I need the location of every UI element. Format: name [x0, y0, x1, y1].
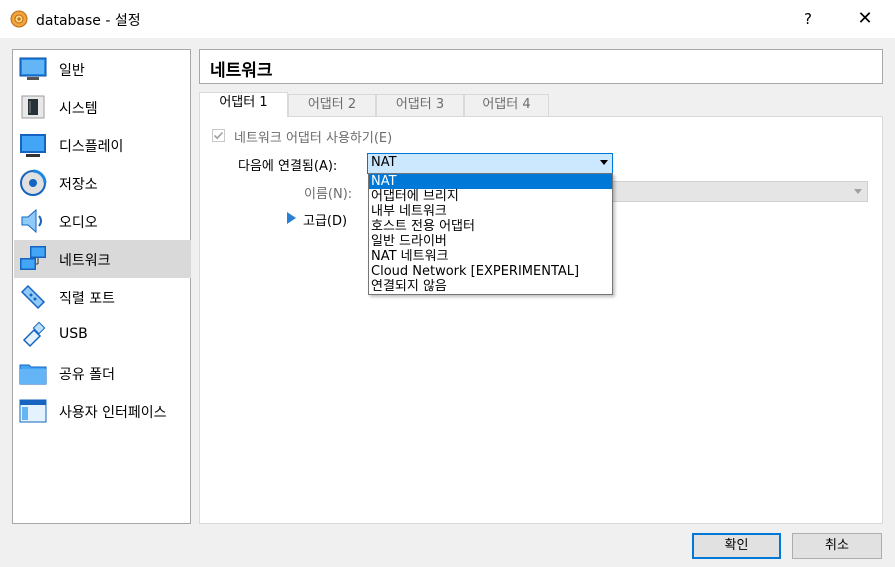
- chevron-down-icon: [854, 189, 862, 194]
- checkmark-icon: [213, 131, 224, 140]
- sidebar-item-label: 일반: [59, 63, 85, 79]
- expand-triangle-icon[interactable]: [287, 212, 296, 224]
- sidebar-item-label: 오디오: [59, 215, 98, 231]
- attached-to-value: NAT: [371, 155, 397, 170]
- name-label: 이름(N):: [304, 187, 353, 202]
- dropdown-option-nat[interactable]: NAT: [369, 174, 612, 189]
- tab-adapter-4[interactable]: 어댑터 4: [464, 94, 549, 116]
- sidebar-item-label: 저장소: [59, 177, 98, 193]
- sidebar-item-label: 사용자 인터페이스: [59, 405, 167, 421]
- sidebar-item-system[interactable]: 시스템: [14, 88, 191, 126]
- sidebar-item-storage[interactable]: 저장소: [14, 164, 191, 202]
- sidebar-item-label: 디스플레이: [59, 139, 124, 155]
- name-select: [612, 181, 868, 202]
- sidebar-item-label: 공유 폴더: [59, 367, 115, 383]
- dropdown-option-cloud-network[interactable]: Cloud Network [EXPERIMENTAL]: [369, 264, 612, 279]
- attached-to-select[interactable]: NAT: [367, 153, 613, 174]
- speaker-icon: [21, 208, 42, 234]
- tab-adapter-1[interactable]: 어댑터 1: [199, 92, 288, 117]
- sidebar-item-general[interactable]: 일반: [14, 50, 191, 88]
- sidebar-item-user-interface[interactable]: 사용자 인터페이스: [14, 392, 191, 430]
- cancel-button[interactable]: 취소: [792, 533, 882, 559]
- display-icon: [20, 134, 46, 157]
- sidebar-item-shared-folders[interactable]: 공유 폴더: [14, 354, 191, 392]
- sidebar-item-network[interactable]: 네트워크: [14, 240, 191, 278]
- window-icon: [19, 399, 47, 423]
- dropdown-option-generic-driver[interactable]: 일반 드라이버: [369, 234, 612, 249]
- advanced-toggle[interactable]: 고급(D): [303, 210, 347, 229]
- page-title: 네트워크: [210, 61, 273, 81]
- tab-adapter-3[interactable]: 어댑터 3: [376, 94, 464, 116]
- attached-to-label: 다음에 연결됨(A):: [238, 159, 338, 174]
- close-button[interactable]: ✕: [850, 4, 880, 34]
- page-header: 네트워크: [199, 49, 883, 84]
- sidebar-item-label: 직렬 포트: [59, 291, 115, 307]
- virtualbox-gear-icon: [10, 10, 28, 28]
- enable-adapter-label: 네트워크 어댑터 사용하기(E): [234, 131, 393, 146]
- ok-button[interactable]: 확인: [692, 533, 781, 559]
- usb-icon: [22, 321, 46, 348]
- dropdown-option-bridged[interactable]: 어댑터에 브리지: [369, 189, 612, 204]
- sidebar-item-usb[interactable]: USB: [14, 316, 191, 354]
- enable-adapter-checkbox[interactable]: [212, 129, 225, 142]
- dropdown-option-internal[interactable]: 내부 네트워크: [369, 204, 612, 219]
- sidebar-item-audio[interactable]: 오디오: [14, 202, 191, 240]
- dropdown-option-host-only[interactable]: 호스트 전용 어댑터: [369, 219, 612, 234]
- folder-icon: [19, 364, 47, 385]
- sidebar-item-label: 네트워크: [59, 253, 111, 269]
- window-title: database - 설정: [36, 13, 141, 29]
- sidebar-item-serial-port[interactable]: 직렬 포트: [14, 278, 191, 316]
- serial-port-icon: [20, 284, 46, 310]
- settings-sidebar: 일반 시스템 디스플레이 저장소 오디오 네트워크 직렬 포트 USB 공유 폴…: [12, 49, 191, 524]
- sidebar-item-label: USB: [59, 326, 88, 342]
- dropdown-option-not-attached[interactable]: 연결되지 않음: [369, 279, 612, 294]
- network-icon: [20, 246, 46, 270]
- help-button[interactable]: ?: [793, 4, 823, 34]
- tab-adapter-2[interactable]: 어댑터 2: [288, 94, 376, 116]
- chevron-down-icon: [600, 160, 608, 165]
- chip-icon: [21, 95, 45, 119]
- title-bar: database - 설정 ? ✕: [0, 0, 895, 38]
- disk-icon: [20, 169, 47, 196]
- attached-to-dropdown-list: NAT 어댑터에 브리지 내부 네트워크 호스트 전용 어댑터 일반 드라이버 …: [368, 173, 613, 295]
- sidebar-item-label: 시스템: [59, 101, 98, 117]
- dropdown-option-nat-network[interactable]: NAT 네트워크: [369, 249, 612, 264]
- monitor-icon: [19, 57, 47, 80]
- sidebar-item-display[interactable]: 디스플레이: [14, 126, 191, 164]
